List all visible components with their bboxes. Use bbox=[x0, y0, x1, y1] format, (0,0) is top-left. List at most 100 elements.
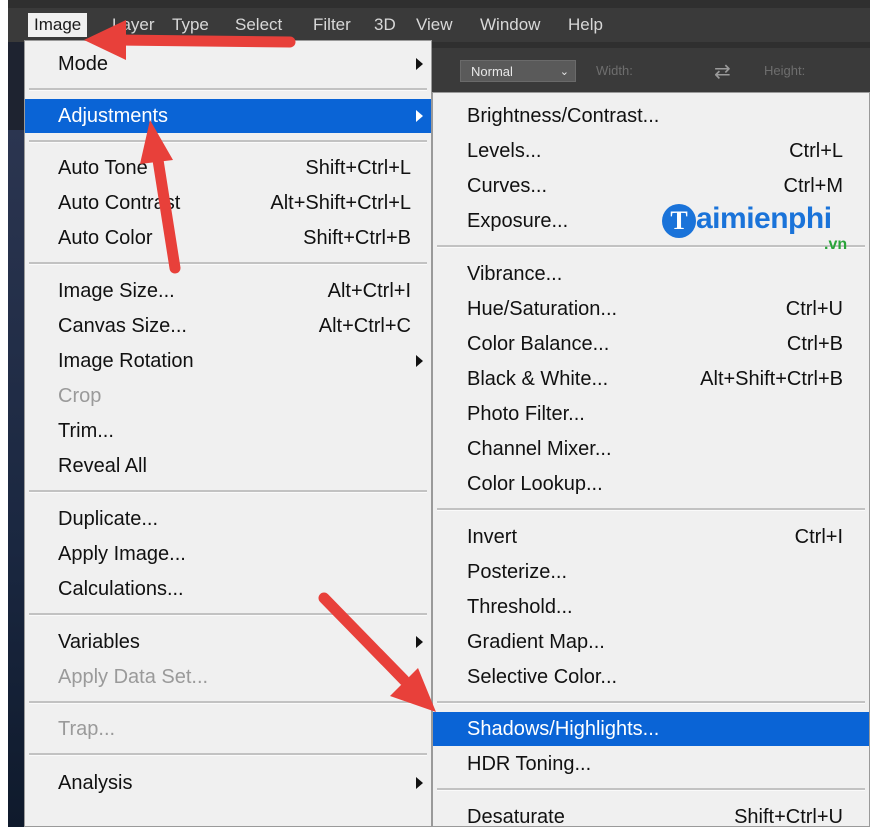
menu-item-shortcut: Ctrl+M bbox=[783, 175, 843, 197]
menu-item-label: Image Size... bbox=[58, 280, 175, 302]
menu-select[interactable]: Select bbox=[229, 13, 288, 37]
menu-item-label: Gradient Map... bbox=[467, 631, 605, 653]
options-bar: Normal ⌄ Width: ⇄ Height: bbox=[430, 48, 870, 94]
submenu-item-gradient-map[interactable]: Gradient Map... bbox=[433, 625, 869, 659]
menu-bar: Image Layer Type Select Filter 3D View W… bbox=[8, 8, 870, 42]
menu-item-trim[interactable]: Trim... bbox=[25, 414, 431, 448]
submenu-item-selective-color[interactable]: Selective Color... bbox=[433, 660, 869, 694]
menu-item-label: Analysis bbox=[58, 772, 133, 794]
menu-item-label: Adjustments bbox=[58, 105, 169, 127]
menu-filter[interactable]: Filter bbox=[307, 13, 357, 37]
submenu-item-color-balance[interactable]: Color Balance... Ctrl+B bbox=[433, 327, 869, 361]
menu-item-canvas-size[interactable]: Canvas Size... Alt+Ctrl+C bbox=[25, 309, 431, 343]
menu-item-label: Color Balance... bbox=[467, 333, 610, 355]
menu-item-shortcut: Alt+Ctrl+C bbox=[318, 315, 411, 337]
submenu-item-hue-saturation[interactable]: Hue/Saturation... Ctrl+U bbox=[433, 292, 869, 326]
menu-item-apply-image[interactable]: Apply Image... bbox=[25, 537, 431, 571]
menu-item-label: Hue/Saturation... bbox=[467, 298, 618, 320]
menu-item-shortcut: Ctrl+I bbox=[794, 526, 843, 548]
submenu-item-color-lookup[interactable]: Color Lookup... bbox=[433, 467, 869, 501]
submenu-item-shadows-highlights[interactable]: Shadows/Highlights... bbox=[433, 712, 869, 746]
menu-item-image-rotation[interactable]: Image Rotation bbox=[25, 344, 431, 378]
menu-separator bbox=[29, 140, 427, 143]
menu-item-label: Channel Mixer... bbox=[467, 438, 612, 460]
menu-item-shortcut: Shift+Ctrl+U bbox=[734, 806, 843, 828]
menu-window[interactable]: Window bbox=[474, 13, 546, 37]
swap-icon[interactable]: ⇄ bbox=[714, 59, 731, 84]
menu-separator bbox=[29, 88, 427, 91]
chevron-down-icon: ⌄ bbox=[559, 66, 569, 78]
menu-item-label: Invert bbox=[467, 526, 518, 548]
menu-separator bbox=[29, 753, 427, 756]
menu-item-label: Shadows/Highlights... bbox=[467, 718, 660, 740]
menu-item-shortcut: Shift+Ctrl+L bbox=[305, 157, 411, 179]
menu-item-mode[interactable]: Mode bbox=[25, 47, 431, 81]
menu-item-auto-color[interactable]: Auto Color Shift+Ctrl+B bbox=[25, 221, 431, 255]
submenu-item-photo-filter[interactable]: Photo Filter... bbox=[433, 397, 869, 431]
mode-select[interactable]: Normal ⌄ bbox=[460, 60, 576, 82]
menu-item-shortcut: Alt+Shift+Ctrl+L bbox=[270, 192, 411, 214]
menu-item-label: Variables bbox=[58, 631, 140, 653]
menu-item-calculations[interactable]: Calculations... bbox=[25, 572, 431, 606]
menu-item-image-size[interactable]: Image Size... Alt+Ctrl+I bbox=[25, 274, 431, 308]
menu-item-auto-contrast[interactable]: Auto Contrast Alt+Shift+Ctrl+L bbox=[25, 186, 431, 220]
menu-item-crop: Crop bbox=[25, 379, 431, 413]
menu-view[interactable]: View bbox=[410, 13, 459, 37]
menu-item-apply-data-set: Apply Data Set... bbox=[25, 660, 431, 694]
menu-item-label: Canvas Size... bbox=[58, 315, 187, 337]
submenu-item-posterize[interactable]: Posterize... bbox=[433, 555, 869, 589]
submenu-item-brightness-contrast[interactable]: Brightness/Contrast... bbox=[433, 99, 869, 133]
submenu-item-hdr-toning[interactable]: HDR Toning... bbox=[433, 747, 869, 781]
menu-item-label: Mode bbox=[58, 53, 109, 75]
menu-item-label: Black & White... bbox=[467, 368, 609, 390]
submenu-arrow-icon bbox=[416, 58, 423, 70]
menu-item-label: Apply Image... bbox=[58, 543, 186, 565]
watermark-text: aimienphi bbox=[696, 202, 832, 235]
watermark-letter: T bbox=[662, 204, 696, 238]
menu-item-label: Auto Color bbox=[58, 227, 153, 249]
menu-separator bbox=[29, 613, 427, 616]
menu-3d[interactable]: 3D bbox=[368, 13, 402, 37]
menu-item-label: Desaturate bbox=[467, 806, 565, 828]
menu-item-label: Auto Tone bbox=[58, 157, 148, 179]
menu-item-label: Trap... bbox=[58, 718, 116, 740]
submenu-arrow-icon bbox=[416, 636, 423, 648]
image-menu: Mode Adjustments Auto Tone Shift+Ctrl+L … bbox=[24, 40, 432, 827]
submenu-item-invert[interactable]: Invert Ctrl+I bbox=[433, 520, 869, 554]
menu-item-label: Trim... bbox=[58, 420, 114, 442]
menu-item-shortcut: Shift+Ctrl+B bbox=[303, 227, 411, 249]
menu-separator bbox=[437, 701, 865, 704]
menu-item-variables[interactable]: Variables bbox=[25, 625, 431, 659]
menu-separator bbox=[29, 262, 427, 265]
menu-item-label: Color Lookup... bbox=[467, 473, 603, 495]
menu-separator bbox=[437, 245, 865, 248]
menu-item-label: Apply Data Set... bbox=[58, 666, 209, 688]
menu-layer[interactable]: Layer bbox=[106, 13, 161, 37]
menu-item-shortcut: Ctrl+U bbox=[785, 298, 843, 320]
menu-item-reveal-all[interactable]: Reveal All bbox=[25, 449, 431, 483]
canvas-photo bbox=[8, 130, 24, 827]
menu-item-label: Selective Color... bbox=[467, 666, 618, 688]
menu-item-adjustments[interactable]: Adjustments bbox=[25, 99, 431, 133]
menu-item-label: HDR Toning... bbox=[467, 753, 592, 775]
menu-item-auto-tone[interactable]: Auto Tone Shift+Ctrl+L bbox=[25, 151, 431, 185]
submenu-item-vibrance[interactable]: Vibrance... bbox=[433, 257, 869, 291]
submenu-item-desaturate[interactable]: Desaturate Shift+Ctrl+U bbox=[433, 800, 869, 834]
submenu-item-black-white[interactable]: Black & White... Alt+Shift+Ctrl+B bbox=[433, 362, 869, 396]
menu-item-trap: Trap... bbox=[25, 712, 431, 746]
menu-item-analysis[interactable]: Analysis bbox=[25, 766, 431, 800]
menu-help[interactable]: Help bbox=[562, 13, 609, 37]
submenu-item-levels[interactable]: Levels... Ctrl+L bbox=[433, 134, 869, 168]
menu-item-label: Exposure... bbox=[467, 210, 569, 232]
submenu-item-channel-mixer[interactable]: Channel Mixer... bbox=[433, 432, 869, 466]
submenu-item-curves[interactable]: Curves... Ctrl+M bbox=[433, 169, 869, 203]
submenu-arrow-icon bbox=[416, 110, 423, 122]
submenu-item-threshold[interactable]: Threshold... bbox=[433, 590, 869, 624]
menu-item-duplicate[interactable]: Duplicate... bbox=[25, 502, 431, 536]
menu-item-label: Photo Filter... bbox=[467, 403, 585, 425]
menu-image[interactable]: Image bbox=[28, 13, 88, 37]
menu-item-label: Vibrance... bbox=[467, 263, 563, 285]
menu-item-shortcut: Ctrl+L bbox=[789, 140, 843, 162]
menu-type[interactable]: Type bbox=[166, 13, 215, 37]
height-label: Height: bbox=[764, 63, 806, 78]
